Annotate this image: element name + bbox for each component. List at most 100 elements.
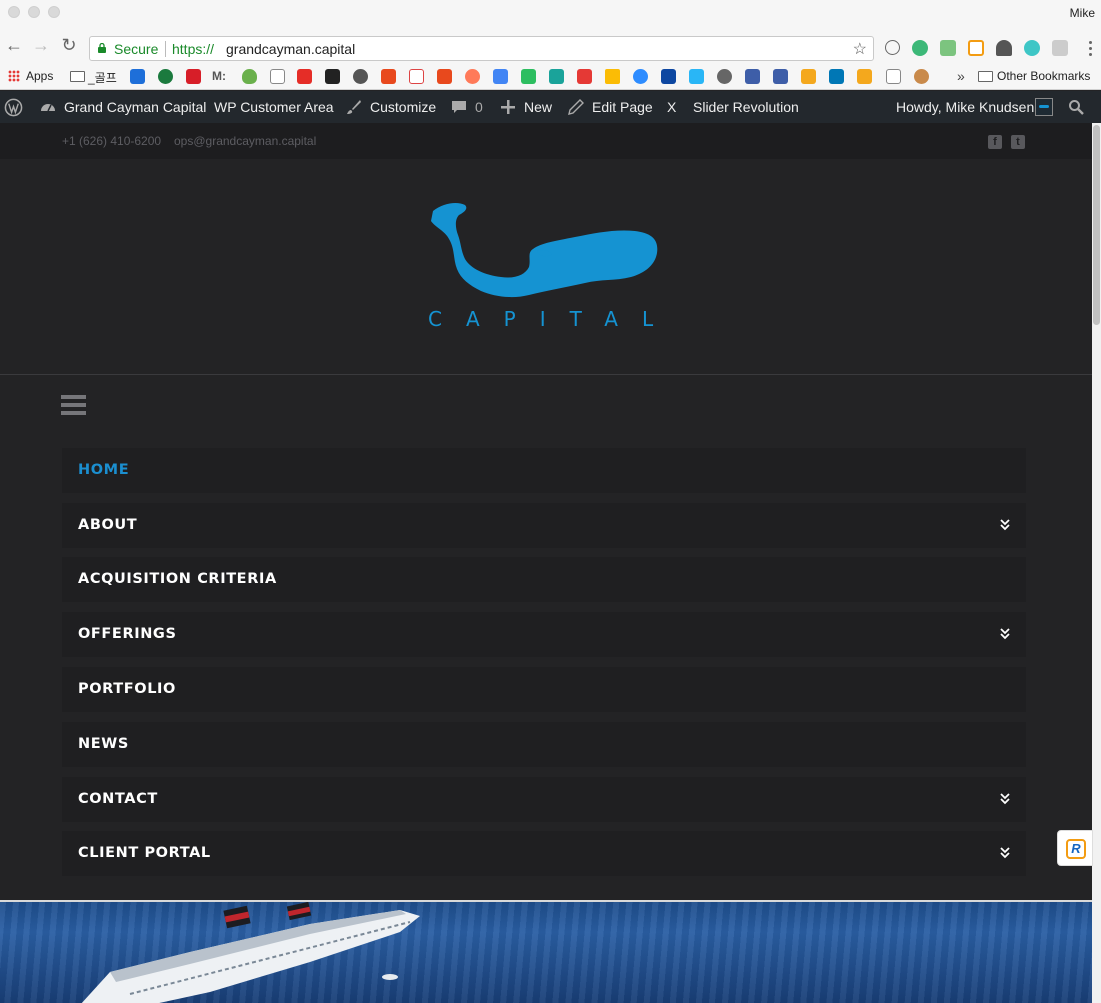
bookmark-download-icon[interactable] — [857, 69, 872, 84]
bookmark-mailchimp-icon[interactable] — [914, 69, 929, 84]
apps-grid-icon — [8, 70, 20, 82]
logo-island-icon[interactable] — [425, 199, 665, 304]
wp-customer-area[interactable]: WP Customer Area — [214, 99, 334, 115]
bookmark-hubspot-icon[interactable] — [465, 69, 480, 84]
url-scheme: https:// — [172, 41, 215, 57]
bookmark-analytics-icon[interactable] — [801, 69, 816, 84]
cruise-ship-image — [81, 902, 420, 1003]
hero-slider[interactable] — [0, 900, 1092, 1003]
nav-label-home: HOME — [78, 462, 130, 478]
hamburger-menu-icon[interactable] — [61, 395, 86, 415]
twitter-icon[interactable]: t — [1011, 135, 1025, 149]
bookmark-apps[interactable]: Apps — [8, 69, 53, 83]
bookmark-grid2-icon[interactable] — [773, 69, 788, 84]
bookmark-evernote-icon[interactable] — [521, 69, 536, 84]
contact-phone[interactable]: +1 (626) 410-6200 — [62, 134, 161, 148]
nav-item-news[interactable]: NEWS — [62, 722, 1026, 767]
page-scrollbar[interactable] — [1092, 123, 1101, 1003]
bookmark-drive-icon[interactable] — [605, 69, 620, 84]
bookmark-linkedin-icon[interactable] — [829, 69, 844, 84]
bookmarks-overflow-button[interactable]: » — [957, 68, 965, 84]
floating-r-widget[interactable]: R — [1057, 830, 1093, 866]
browser-menu-icon[interactable] — [1089, 41, 1093, 59]
bookmark-starbucks-icon[interactable] — [158, 69, 173, 84]
nav-label-news: NEWS — [78, 736, 129, 752]
bookmark-folder-golf[interactable]: _골프 — [88, 69, 117, 86]
wp-comments-count[interactable]: 0 — [475, 99, 483, 115]
search-icon[interactable] — [1068, 99, 1084, 115]
extension-spy-icon[interactable] — [996, 40, 1012, 56]
wp-howdy[interactable]: Howdy, Mike Knudsen — [896, 99, 1034, 115]
bookmark-youtube-icon[interactable] — [297, 69, 312, 84]
wp-new[interactable]: New — [524, 99, 552, 115]
wp-x-theme[interactable]: X — [667, 99, 676, 115]
bookmark-star-icon[interactable]: ☆ — [853, 39, 867, 59]
contact-email[interactable]: ops@grandcayman.capital — [174, 134, 316, 148]
window-minimize-button[interactable] — [28, 6, 40, 18]
wp-slider-revolution[interactable]: Slider Revolution — [693, 99, 799, 115]
back-arrow-icon[interactable]: ← — [4, 35, 24, 55]
wordpress-logo-icon[interactable] — [4, 98, 23, 117]
extension-sync-icon[interactable] — [1024, 40, 1040, 56]
bookmark-grid1-icon[interactable] — [745, 69, 760, 84]
bookmark-m[interactable]: M: — [212, 69, 226, 83]
bookmark-x-icon[interactable] — [661, 69, 676, 84]
bookmark-xero-icon[interactable] — [689, 69, 704, 84]
window-close-button[interactable] — [8, 6, 20, 18]
site-header: CAPITAL — [0, 159, 1092, 375]
bookmark-e-icon[interactable] — [549, 69, 564, 84]
wp-edit-page[interactable]: Edit Page — [592, 99, 653, 115]
bookmark-gift-icon[interactable] — [381, 69, 396, 84]
extension-info-icon[interactable] — [885, 40, 900, 55]
nav-item-client-portal[interactable]: CLIENT PORTAL — [62, 831, 1026, 876]
plus-icon — [501, 100, 515, 114]
bookmark-pin-icon[interactable] — [353, 69, 368, 84]
double-chevron-down-icon[interactable] — [1000, 847, 1010, 859]
bookmark-gmail-icon[interactable] — [409, 69, 424, 84]
r-badge-icon: R — [1066, 839, 1086, 859]
extension-r-icon[interactable] — [968, 40, 984, 56]
reload-icon[interactable]: ↻ — [59, 35, 79, 55]
bookmark-apple-icon[interactable] — [717, 69, 732, 84]
bookmark-museum-icon[interactable] — [325, 69, 340, 84]
nav-item-portfolio[interactable]: PORTFOLIO — [62, 667, 1026, 712]
avatar[interactable] — [1035, 98, 1053, 116]
window-zoom-button[interactable] — [48, 6, 60, 18]
extension-maps-icon[interactable] — [940, 40, 956, 56]
wp-customize[interactable]: Customize — [370, 99, 436, 115]
nav-item-home[interactable]: HOME — [62, 448, 1026, 493]
bookmark-shield2-icon[interactable] — [633, 69, 648, 84]
bookmark-shield-icon[interactable] — [242, 69, 257, 84]
bookmark-calendar-icon[interactable] — [493, 69, 508, 84]
profile-name[interactable]: Mike — [1070, 6, 1095, 20]
extension-puzzle-icon[interactable] — [1052, 40, 1068, 56]
nav-label-offerings: OFFERINGS — [78, 626, 177, 642]
double-chevron-down-icon[interactable] — [1000, 519, 1010, 531]
wp-admin-bar: Grand Cayman Capital WP Customer Area Cu… — [0, 91, 1101, 123]
forward-arrow-icon[interactable]: → — [31, 35, 51, 55]
other-bookmarks-folder-icon — [978, 71, 993, 82]
bookmark-amex-icon[interactable] — [130, 69, 145, 84]
double-chevron-down-icon[interactable] — [1000, 628, 1010, 640]
nav-item-about[interactable]: ABOUT — [62, 503, 1026, 548]
bookmark-wellsfargo-icon[interactable] — [186, 69, 201, 84]
nav-item-contact[interactable]: CONTACT — [62, 777, 1026, 822]
bookmark-page-icon[interactable] — [270, 69, 285, 84]
wp-site-name[interactable]: Grand Cayman Capital — [64, 99, 206, 115]
nav-item-offerings[interactable]: OFFERINGS — [62, 612, 1026, 657]
logo-wordmark: CAPITAL — [428, 307, 678, 331]
bookmark-36-icon[interactable] — [437, 69, 452, 84]
double-chevron-down-icon[interactable] — [1000, 793, 1010, 805]
nav-item-acquisition-criteria[interactable]: ACQUISITION CRITERIA — [62, 557, 1026, 602]
other-bookmarks[interactable]: Other Bookmarks — [997, 69, 1090, 83]
facebook-icon[interactable]: f — [988, 135, 1002, 149]
scrollbar-thumb[interactable] — [1093, 125, 1100, 325]
nav-label-about: ABOUT — [78, 517, 138, 533]
browser-title-bar: Mike — [0, 0, 1101, 26]
extension-grammarly-icon[interactable] — [912, 40, 928, 56]
bookmark-pdf-icon[interactable] — [577, 69, 592, 84]
address-bar[interactable]: Secure https:// grandcayman.capital ☆ — [89, 36, 874, 61]
secure-label: Secure — [114, 41, 159, 57]
bookmark-page2-icon[interactable] — [886, 69, 901, 84]
comment-bubble-icon — [452, 101, 466, 113]
